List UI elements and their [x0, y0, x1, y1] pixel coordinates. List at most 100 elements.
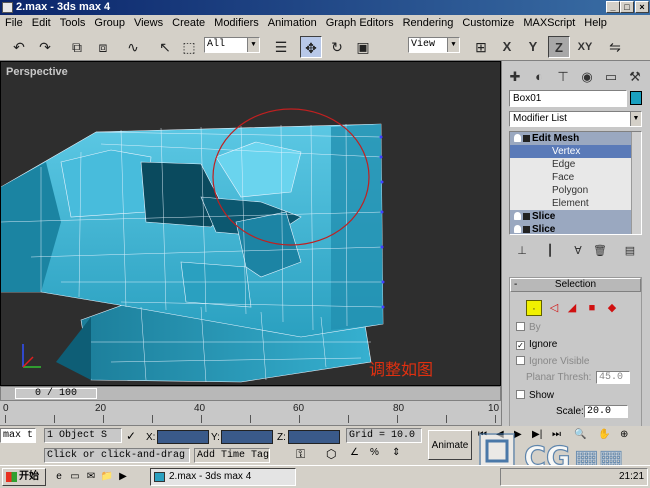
stack-item-element[interactable]: Element: [510, 197, 641, 210]
bind-spacewarp-icon[interactable]: ∿: [122, 36, 144, 58]
stack-item-vertex[interactable]: Vertex: [510, 145, 641, 158]
menu-modifiers[interactable]: Modifiers: [209, 15, 263, 31]
time-slider-thumb[interactable]: 0 / 100: [15, 388, 97, 399]
close-button[interactable]: ×: [635, 1, 649, 13]
axis-y-button[interactable]: Y: [522, 36, 544, 58]
axis-z-button[interactable]: Z: [548, 36, 570, 58]
stack-item-edge[interactable]: Edge: [510, 158, 641, 171]
maximize-button[interactable]: □: [620, 1, 634, 13]
undo-icon[interactable]: ↶: [8, 36, 30, 58]
vertex-subobject-icon[interactable]: ·: [526, 300, 542, 316]
edge-subobject-icon[interactable]: ◁: [546, 300, 562, 316]
unlink-icon[interactable]: ⧈: [92, 36, 114, 58]
collapse-icon[interactable]: [523, 135, 530, 142]
modifier-list-dropdown[interactable]: Modifier List ▼: [509, 111, 642, 127]
checkbox-icon[interactable]: [516, 356, 525, 365]
x-coord-field[interactable]: [157, 430, 209, 444]
menu-rendering[interactable]: Rendering: [398, 15, 458, 31]
ignore-visible-option[interactable]: Ignore Visible: [516, 356, 589, 367]
utilities-tab-icon[interactable]: ⚒: [626, 68, 644, 86]
expand-icon[interactable]: [523, 213, 530, 220]
percent-snap-icon[interactable]: %: [370, 447, 379, 458]
menu-views[interactable]: Views: [129, 15, 167, 31]
time-slider[interactable]: 0 / 100: [0, 386, 501, 401]
ie-icon[interactable]: e: [52, 470, 66, 484]
remove-modifier-icon[interactable]: 🗑: [592, 243, 608, 259]
axis-xy-button[interactable]: XY: [574, 36, 596, 58]
polygon-subobject-icon[interactable]: ■: [584, 300, 600, 316]
start-button[interactable]: 开始: [2, 468, 46, 486]
checkbox-icon[interactable]: [516, 390, 525, 399]
key-mode-icon[interactable]: ⚿: [296, 447, 305, 462]
by-vertex-option[interactable]: By: [516, 322, 541, 333]
select-icon[interactable]: ↖: [154, 36, 176, 58]
stack-item-slice[interactable]: Slice: [510, 223, 641, 234]
show-normals-option[interactable]: Show: [516, 390, 554, 401]
stack-item-face[interactable]: Face: [510, 171, 641, 184]
maxscript-listener-field[interactable]: max t: [0, 428, 36, 443]
taskbar-item-3dsmax[interactable]: 2.max - 3ds max 4: [150, 468, 296, 486]
mirror-icon[interactable]: ⇋: [604, 36, 626, 58]
rotate-icon[interactable]: ↻: [326, 36, 348, 58]
configure-sets-icon[interactable]: ▤: [622, 243, 638, 259]
select-region-icon[interactable]: ⬚: [178, 36, 200, 58]
desktop-icon[interactable]: ▭: [68, 470, 82, 484]
light-bulb-icon[interactable]: [514, 212, 521, 220]
selection-filter-dropdown[interactable]: All ▼: [204, 37, 260, 53]
player-icon[interactable]: ▶: [116, 470, 130, 484]
add-time-tag-button[interactable]: Add Time Tag: [194, 448, 270, 463]
menu-maxscript[interactable]: MAXScript: [518, 15, 579, 31]
select-link-icon[interactable]: ⧉: [66, 36, 88, 58]
explorer-icon[interactable]: 📁: [100, 470, 114, 484]
clock[interactable]: 21:21: [619, 471, 644, 482]
angle-snap-icon[interactable]: ∠: [350, 447, 359, 458]
animate-button[interactable]: Animate: [428, 430, 472, 460]
hierarchy-tab-icon[interactable]: ⊤: [554, 68, 572, 86]
scale-icon[interactable]: ▣: [352, 36, 374, 58]
redo-icon[interactable]: ↷: [34, 36, 56, 58]
stack-item-edit-mesh[interactable]: Edit Mesh: [510, 132, 641, 145]
y-coord-field[interactable]: [221, 430, 273, 444]
track-bar[interactable]: 0 20 40 60 80 10: [0, 401, 501, 426]
lock-selection-icon[interactable]: ✓: [126, 429, 136, 443]
coord-system-dropdown[interactable]: View ▼: [408, 37, 460, 53]
stack-item-polygon[interactable]: Polygon: [510, 184, 641, 197]
menu-animation[interactable]: Animation: [263, 15, 321, 31]
spinner-snap-icon[interactable]: ⇕: [392, 447, 400, 458]
stack-item-slice[interactable]: Slice: [510, 210, 641, 223]
minimize-button[interactable]: _: [606, 1, 620, 13]
z-coord-field[interactable]: [288, 430, 340, 444]
show-end-result-icon[interactable]: ┃: [542, 243, 558, 259]
pivot-icon[interactable]: ⊞: [470, 36, 492, 58]
menu-customize[interactable]: Customize: [457, 15, 518, 31]
perspective-viewport[interactable]: Perspective 调整如图: [0, 61, 501, 386]
face-subobject-icon[interactable]: ◢: [564, 300, 580, 316]
snap-toggle-icon[interactable]: ⬡: [326, 447, 336, 461]
select-by-name-icon[interactable]: ☰: [270, 36, 292, 58]
menu-file[interactable]: File: [0, 15, 27, 31]
menu-tools[interactable]: Tools: [55, 15, 90, 31]
scale-spinner[interactable]: 20.0: [584, 405, 628, 418]
object-name-field[interactable]: Box01: [509, 90, 627, 107]
axis-x-button[interactable]: X: [496, 36, 518, 58]
stack-scrollbar[interactable]: [631, 132, 641, 234]
element-subobject-icon[interactable]: ◆: [604, 300, 620, 316]
create-tab-icon[interactable]: ✚: [506, 68, 524, 86]
pin-stack-icon[interactable]: ⊥: [514, 243, 530, 259]
object-color-swatch[interactable]: [630, 91, 642, 105]
make-unique-icon[interactable]: ∀: [570, 243, 586, 259]
light-bulb-icon[interactable]: [514, 225, 521, 233]
menu-graph-editors[interactable]: Graph Editors: [321, 15, 398, 31]
menu-help[interactable]: Help: [579, 15, 611, 31]
menu-create[interactable]: Create: [167, 15, 209, 31]
modify-tab-icon[interactable]: ◐: [530, 68, 548, 86]
expand-icon[interactable]: [523, 226, 530, 233]
light-bulb-icon[interactable]: [514, 134, 521, 142]
motion-tab-icon[interactable]: ◉: [578, 68, 596, 86]
checkbox-icon[interactable]: [516, 322, 525, 331]
checkbox-checked-icon[interactable]: ✓: [516, 341, 525, 350]
planar-thresh-spinner[interactable]: 45.0: [596, 371, 630, 384]
display-tab-icon[interactable]: ▭: [602, 68, 620, 86]
ignore-backfacing-option[interactable]: ✓ Ignore: [516, 339, 557, 350]
selection-rollout-header[interactable]: - Selection: [510, 278, 641, 292]
